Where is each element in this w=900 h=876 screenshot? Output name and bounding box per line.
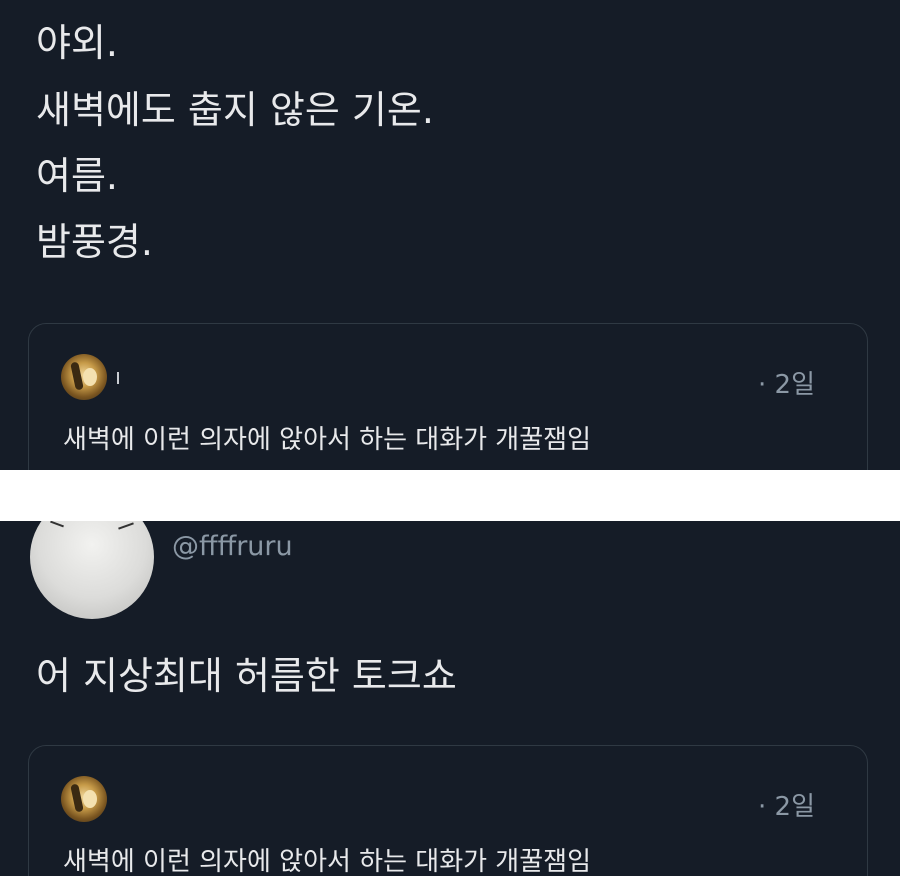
tweet-text-line-4: 밤풍경. (36, 220, 153, 264)
avatar[interactable] (61, 354, 107, 400)
tweet-bottom: @ffffruru 어 지상최대 허름한 토크쇼 · 2일 새벽에 이런 의자에… (0, 521, 900, 876)
avatar[interactable] (30, 521, 154, 619)
tweet-text-line-2: 새벽에도 춥지 않은 기온. (36, 88, 434, 132)
avatar-detail (118, 522, 134, 530)
tweet-top: 야외. 새벽에도 춥지 않은 기온. 여름. 밤풍경. · 2일 새벽에 이런 … (0, 0, 900, 470)
quoted-tweet-text: 새벽에 이런 의자에 앉아서 하는 대화가 개꿀잼임 (63, 847, 591, 876)
quoted-tweet-timestamp[interactable]: · 2일 (758, 786, 815, 823)
avatar-detail (50, 521, 64, 528)
quoted-tweet-card[interactable]: · 2일 새벽에 이런 의자에 앉아서 하는 대화가 개꿀잼임 (28, 323, 868, 470)
quoted-author-name[interactable] (117, 372, 119, 384)
quoted-tweet-text: 새벽에 이런 의자에 앉아서 하는 대화가 개꿀잼임 (63, 425, 591, 455)
quoted-tweet-card[interactable]: · 2일 새벽에 이런 의자에 앉아서 하는 대화가 개꿀잼임 (28, 745, 868, 876)
quoted-tweet-timestamp[interactable]: · 2일 (758, 364, 815, 401)
tweet-text: 어 지상최대 허름한 토크쇼 (36, 654, 457, 698)
avatar[interactable] (61, 776, 107, 822)
tweet-text-line-1: 야외. (36, 21, 118, 65)
tweet-text-line-3: 여름. (36, 154, 118, 198)
user-handle[interactable]: @ffffruru (172, 531, 293, 562)
